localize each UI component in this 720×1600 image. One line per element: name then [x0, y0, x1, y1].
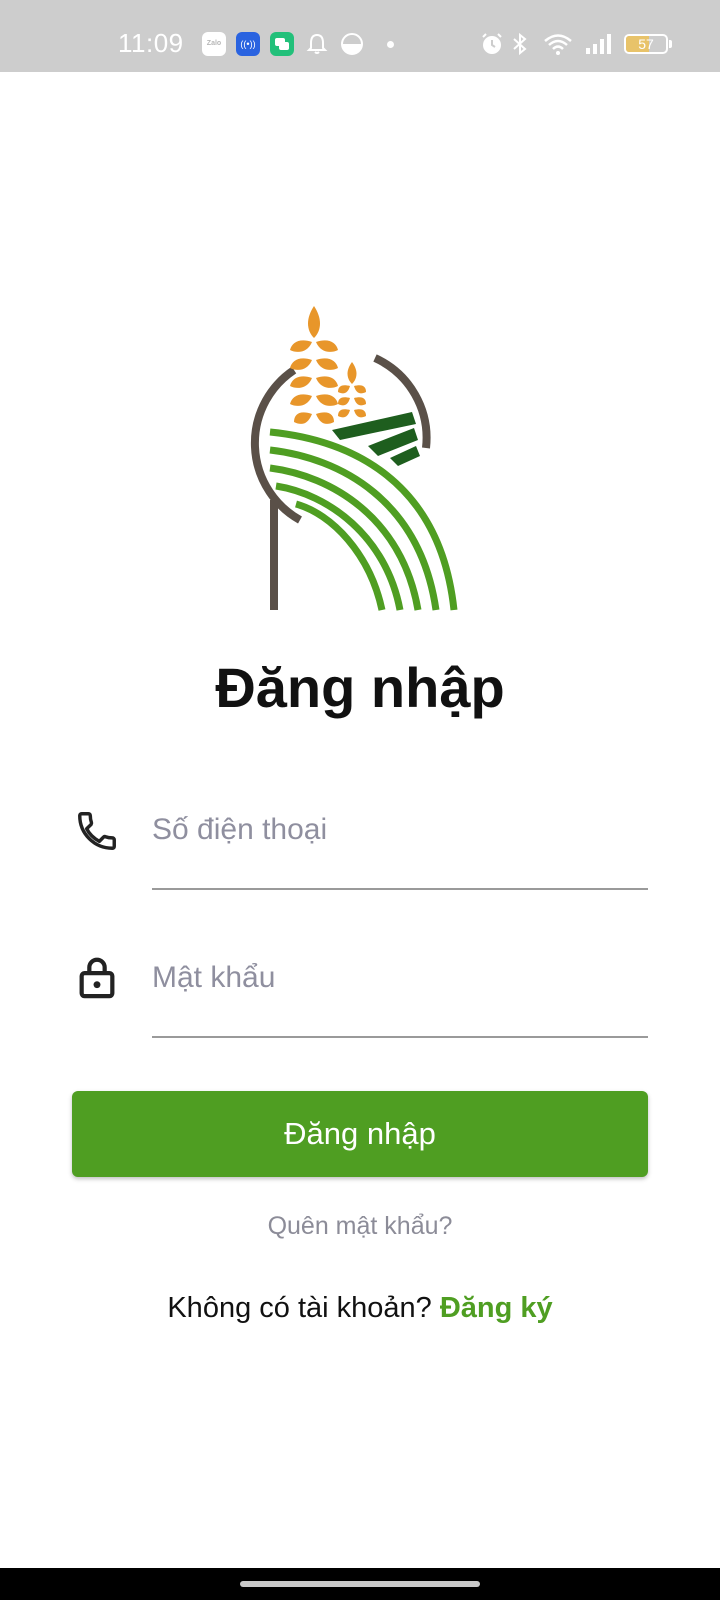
- battery-nub: [669, 40, 672, 48]
- chat-icon: [270, 32, 294, 56]
- signup-row: Không có tài khoản? Đăng ký: [0, 1292, 720, 1325]
- home-gesture-handle[interactable]: [240, 1581, 480, 1587]
- wifi-icon: [544, 34, 572, 55]
- half-circle-icon: [341, 33, 363, 55]
- signal-icon: [586, 34, 611, 54]
- dot-icon: [387, 41, 394, 48]
- phone-underline: [152, 888, 648, 890]
- signup-prompt: Không có tài khoản?: [167, 1292, 440, 1324]
- battery-level: 57: [638, 36, 654, 52]
- phone-input[interactable]: [152, 800, 648, 860]
- bluetooth-icon: [513, 32, 527, 56]
- navigation-bar: [0, 1568, 720, 1600]
- battery-icon: 57: [624, 34, 668, 54]
- bell-icon: [306, 33, 328, 54]
- zalo-icon: Zalo: [202, 32, 226, 56]
- alarm-icon: [482, 33, 502, 54]
- radio-icon: ((•)): [236, 32, 260, 56]
- status-time: 11:09: [118, 28, 184, 58]
- login-button[interactable]: Đăng nhập: [72, 1091, 648, 1177]
- password-input[interactable]: [152, 948, 648, 1008]
- forgot-password-link[interactable]: Quên mật khẩu?: [0, 1212, 720, 1241]
- wheat-field-logo: [250, 306, 458, 611]
- status-bar: 11:09 Zalo ((•)) 57: [0, 0, 720, 72]
- lock-icon: [79, 957, 115, 999]
- phone-icon: [78, 812, 116, 850]
- page-title: Đăng nhập: [215, 656, 505, 719]
- signup-link[interactable]: Đăng ký: [440, 1292, 553, 1324]
- password-underline: [152, 1036, 648, 1038]
